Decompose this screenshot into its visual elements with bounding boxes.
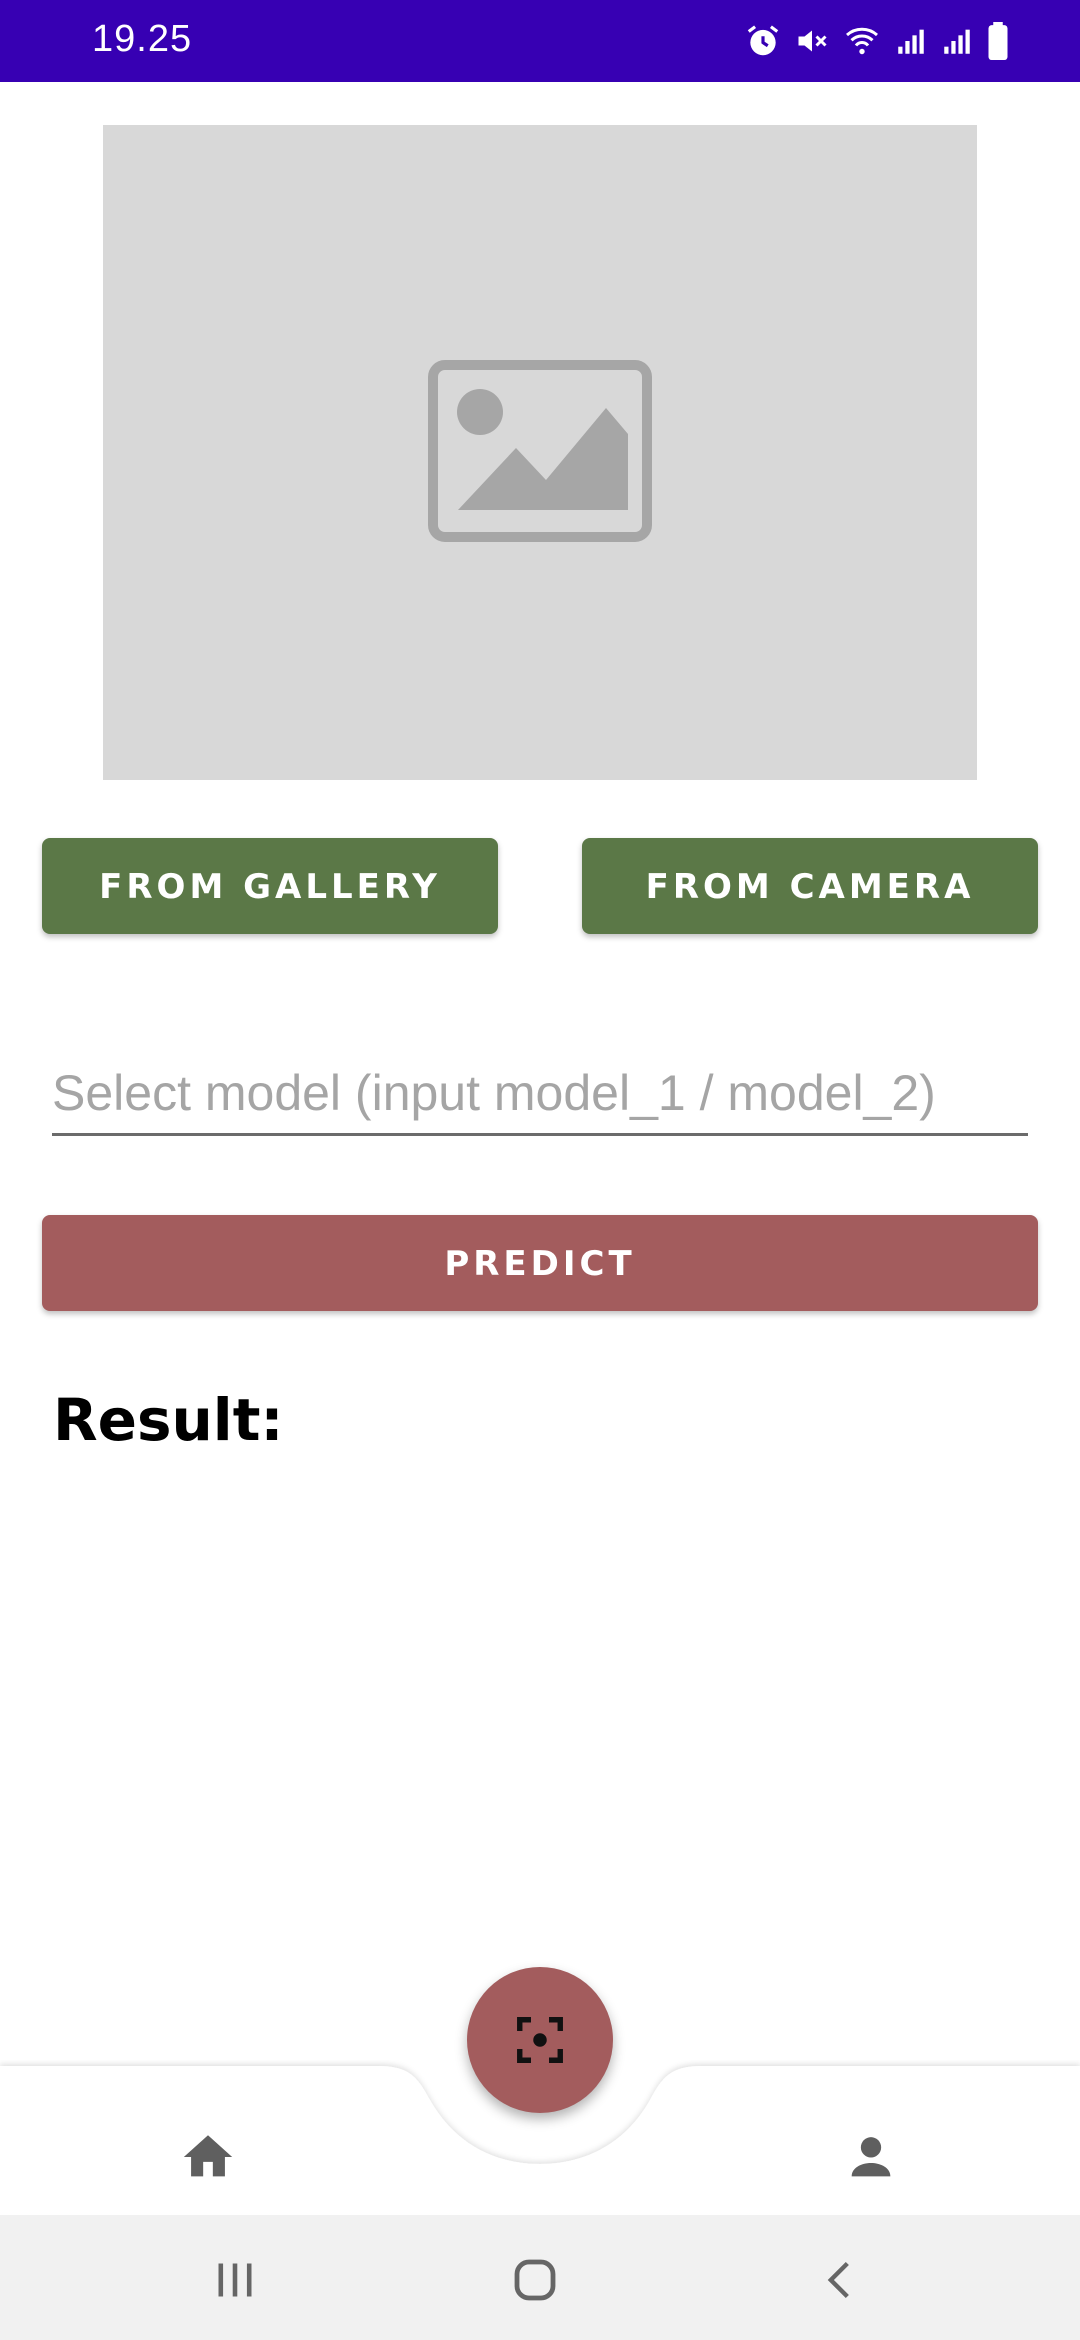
signal-icon — [944, 29, 970, 54]
image-preview — [103, 125, 977, 780]
from-camera-button[interactable]: FROM CAMERA — [582, 838, 1038, 934]
status-icons — [744, 18, 1010, 64]
recents-button[interactable] — [200, 2245, 270, 2315]
system-navigation-bar — [0, 2215, 1080, 2340]
predict-button[interactable]: PREDICT — [42, 1215, 1038, 1311]
nav-home-button[interactable] — [163, 2112, 253, 2202]
model-select-input[interactable] — [52, 1052, 1028, 1136]
recents-icon — [218, 2263, 252, 2297]
home-circle-icon — [514, 2259, 556, 2301]
home-icon — [183, 2135, 233, 2177]
status-time: 19.25 — [92, 18, 193, 60]
image-placeholder-icon — [428, 360, 652, 542]
system-home-button[interactable] — [500, 2245, 570, 2315]
signal-icon — [898, 29, 924, 54]
battery-icon — [988, 22, 1008, 60]
mute-icon — [798, 30, 827, 52]
alarm-icon — [747, 25, 779, 56]
from-gallery-button[interactable]: FROM GALLERY — [42, 838, 498, 934]
profile-icon — [851, 2137, 891, 2177]
wifi-icon — [846, 27, 878, 55]
scan-icon — [517, 2017, 563, 2063]
nav-profile-button[interactable] — [826, 2112, 916, 2202]
back-icon — [827, 2261, 849, 2299]
status-bar: 19.25 — [0, 0, 1080, 82]
back-button[interactable] — [805, 2245, 875, 2315]
result-label: Result: — [53, 1386, 284, 1454]
scan-fab-button[interactable] — [467, 1967, 613, 2113]
